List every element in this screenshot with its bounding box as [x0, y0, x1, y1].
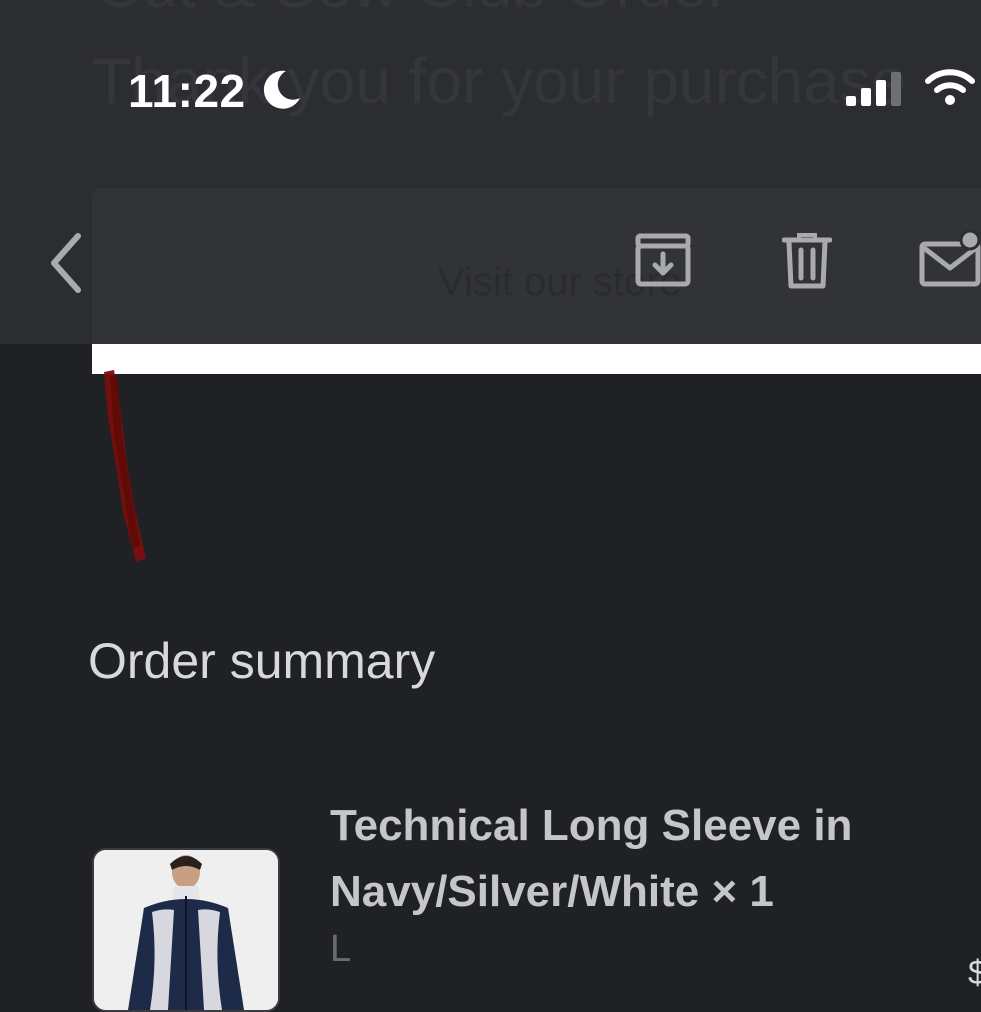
- mark-unread-icon[interactable]: [918, 230, 981, 290]
- email-nav-header: Cut & Sew Club Order Thank you for your …: [0, 0, 981, 344]
- signal-icon: [846, 72, 901, 106]
- order-summary-heading: Order summary: [88, 633, 436, 689]
- order-item-title[interactable]: Technical Long Sleeve in Navy/Silver/Whi…: [330, 793, 950, 925]
- redaction-mark: [104, 370, 146, 562]
- order-item-price-partial: $: [968, 954, 981, 992]
- product-photo: [94, 850, 278, 1010]
- moon-icon: [263, 70, 300, 109]
- back-chevron-icon[interactable]: [44, 230, 88, 296]
- archive-icon[interactable]: [634, 232, 692, 288]
- wifi-icon: [925, 69, 975, 105]
- ghost-heading-top: Cut & Sew Club Order: [96, 0, 729, 22]
- status-time: 11:22: [128, 65, 246, 117]
- email-banner-image: [92, 344, 981, 374]
- trash-icon[interactable]: [782, 232, 832, 290]
- order-item-variant: L: [330, 928, 352, 970]
- product-thumbnail[interactable]: [92, 848, 280, 1012]
